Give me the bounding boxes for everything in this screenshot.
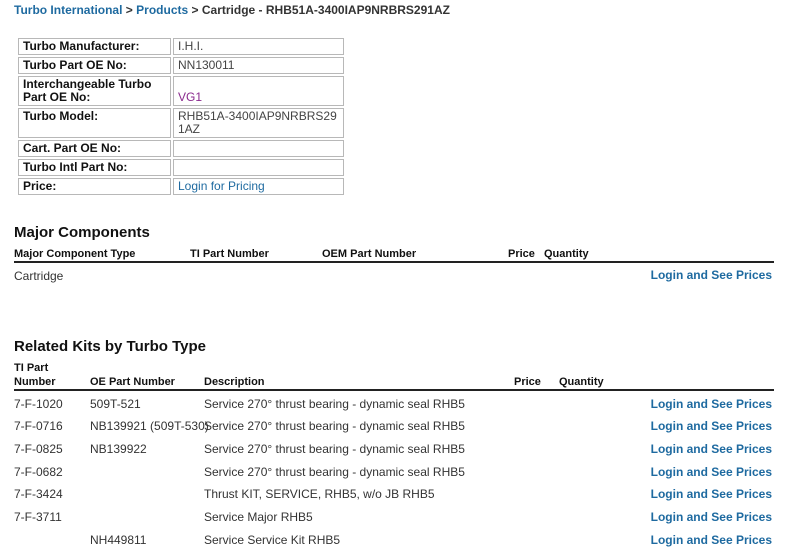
- spec-label: Interchangeable Turbo Part OE No:: [18, 76, 171, 106]
- kit-ti-part-link[interactable]: 7-F-3711: [14, 510, 62, 524]
- spec-row-model: Turbo Model: RHB51A-3400IAP9NRBRS291AZ: [18, 108, 344, 138]
- login-see-prices-link[interactable]: Login and See Prices: [651, 268, 772, 282]
- login-see-prices-link[interactable]: Login and See Prices: [651, 510, 772, 524]
- interchangeable-part-link[interactable]: VG1: [178, 90, 202, 104]
- column-header-description: Description: [204, 376, 265, 388]
- spec-label: Turbo Model:: [18, 108, 171, 138]
- login-see-prices-link[interactable]: Login and See Prices: [651, 442, 772, 456]
- kit-oe-part-cell: NB139922: [90, 442, 147, 456]
- column-header-ti-part-line1: TI Part: [14, 362, 49, 374]
- login-see-prices-link[interactable]: Login and See Prices: [651, 465, 772, 479]
- kit-description-cell: Service Service Kit RHB5: [204, 533, 341, 547]
- login-see-prices-link[interactable]: Login and See Prices: [651, 419, 772, 433]
- column-header-ti-part-line2: Number: [14, 376, 56, 388]
- column-header-price: Price: [514, 376, 541, 388]
- kit-ti-part-link[interactable]: 7-F-0716: [14, 419, 63, 433]
- related-kits-heading: Related Kits by Turbo Type: [14, 338, 206, 355]
- column-header-ti-part: TI Part Number: [190, 248, 269, 260]
- table-header-rule: [14, 389, 774, 391]
- kit-oe-part-cell: NH449811: [90, 533, 147, 547]
- kit-ti-part-link[interactable]: 7-F-1020: [14, 397, 63, 411]
- breadcrumb-current: Cartridge - RHB51A-3400IAP9NRBRS291AZ: [201, 3, 450, 17]
- spec-row-manufacturer: Turbo Manufacturer: I.H.I.: [18, 38, 344, 55]
- breadcrumb-separator: >: [125, 3, 133, 17]
- spec-row-oe-no: Turbo Part OE No: NN130011: [18, 57, 344, 74]
- login-see-prices-link[interactable]: Login and See Prices: [651, 487, 772, 501]
- component-type-cell: Cartridge: [14, 269, 64, 283]
- kit-description-cell: Service Major RHB5: [204, 510, 313, 524]
- spec-row-interchangeable: Interchangeable Turbo Part OE No: VG1: [18, 76, 344, 106]
- column-header-quantity: Quantity: [559, 376, 604, 388]
- column-header-oem-part: OEM Part Number: [322, 248, 417, 260]
- table-header-rule: [14, 261, 774, 263]
- breadcrumb: Turbo International > Products > Cartrid…: [14, 3, 450, 17]
- turbo-spec-table: Turbo Manufacturer: I.H.I. Turbo Part OE…: [16, 36, 346, 197]
- login-for-pricing-link[interactable]: Login for Pricing: [178, 179, 265, 193]
- kit-description-cell: Service 270° thrust bearing - dynamic se…: [204, 465, 465, 479]
- spec-row-cart-oe: Cart. Part OE No:: [18, 140, 344, 157]
- column-header-oe-part: OE Part Number: [90, 376, 175, 388]
- column-header-component-type: Major Component Type: [14, 248, 136, 260]
- kit-description-cell: Service 270° thrust bearing - dynamic se…: [204, 442, 465, 456]
- column-header-quantity: Quantity: [544, 248, 589, 260]
- spec-row-intl-part: Turbo Intl Part No:: [18, 159, 344, 176]
- breadcrumb-separator: >: [191, 3, 199, 17]
- spec-label: Turbo Manufacturer:: [18, 38, 171, 55]
- spec-label: Turbo Part OE No:: [18, 57, 171, 74]
- spec-value: NN130011: [173, 57, 344, 74]
- spec-value-cell: VG1: [173, 76, 344, 106]
- kit-oe-part-cell: 509T-521: [90, 397, 141, 411]
- spec-value: I.H.I.: [173, 38, 344, 55]
- spec-label: Cart. Part OE No:: [18, 140, 171, 157]
- breadcrumb-products-link[interactable]: Products: [136, 3, 188, 17]
- kit-description-cell: Thrust KIT, SERVICE, RHB5, w/o JB RHB5: [204, 487, 435, 501]
- spec-value-cell: Login for Pricing: [173, 178, 344, 195]
- spec-value: [173, 159, 344, 176]
- spec-row-price: Price: Login for Pricing: [18, 178, 344, 195]
- kit-description-cell: Service 270° thrust bearing - dynamic se…: [204, 419, 465, 433]
- login-see-prices-link[interactable]: Login and See Prices: [651, 533, 772, 547]
- spec-value: [173, 140, 344, 157]
- kit-ti-part-link[interactable]: 7-F-0825: [14, 442, 63, 456]
- breadcrumb-home-link[interactable]: Turbo International: [14, 3, 122, 17]
- kit-ti-part-link[interactable]: 7-F-0682: [14, 465, 63, 479]
- kit-description-cell: Service 270° thrust bearing - dynamic se…: [204, 397, 465, 411]
- spec-label: Price:: [18, 178, 171, 195]
- column-header-price: Price: [508, 248, 535, 260]
- kit-ti-part-link[interactable]: 7-F-3424: [14, 487, 63, 501]
- major-components-heading: Major Components: [14, 224, 150, 241]
- kit-oe-part-cell: NB139921 (509T-530): [90, 419, 209, 433]
- spec-label: Turbo Intl Part No:: [18, 159, 171, 176]
- spec-value: RHB51A-3400IAP9NRBRS291AZ: [173, 108, 344, 138]
- login-see-prices-link[interactable]: Login and See Prices: [651, 397, 772, 411]
